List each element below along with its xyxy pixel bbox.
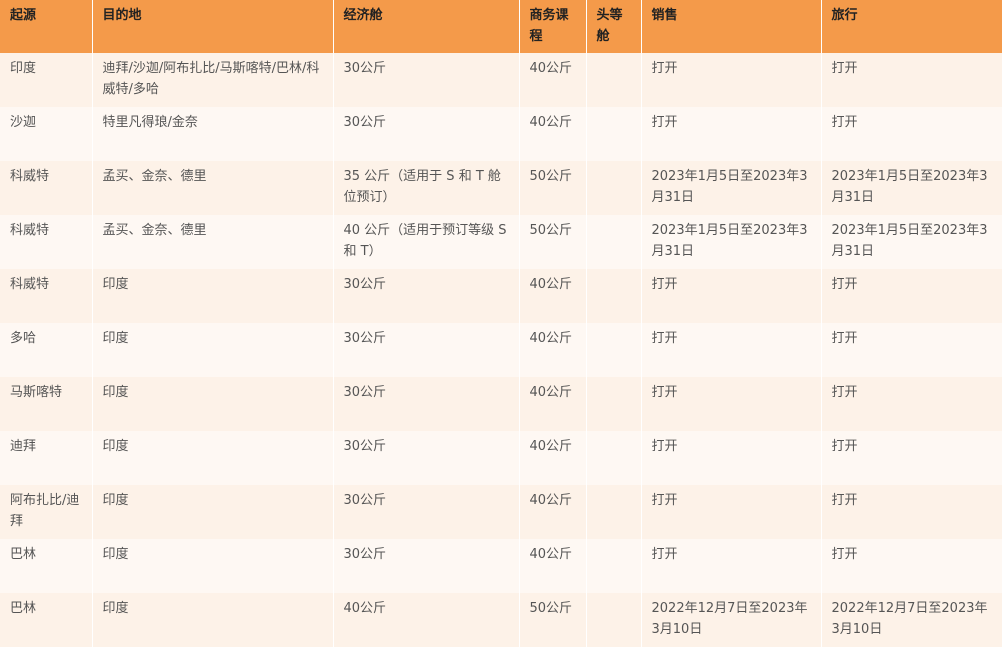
cell-economy: 40公斤 <box>332 593 519 647</box>
cell-destination: 印度 <box>91 431 333 485</box>
cell-origin: 沙迦 <box>0 107 92 161</box>
cell-first <box>585 377 641 431</box>
cell-first <box>585 53 641 107</box>
cell-business: 50公斤 <box>518 593 586 647</box>
cell-travel: 打开 <box>820 53 1002 107</box>
cell-first <box>585 107 641 161</box>
cell-origin: 科威特 <box>0 161 92 215</box>
cell-origin: 阿布扎比/迪拜 <box>0 485 92 539</box>
cell-origin: 科威特 <box>0 269 92 323</box>
cell-travel: 2022年12月7日至2023年3月10日 <box>820 593 1002 647</box>
cell-origin: 巴林 <box>0 539 92 593</box>
cell-business: 40公斤 <box>518 431 586 485</box>
cell-first <box>585 215 641 269</box>
cell-sales: 打开 <box>640 269 821 323</box>
cell-sales: 打开 <box>640 53 821 107</box>
cell-economy: 30公斤 <box>332 323 519 377</box>
cell-origin: 迪拜 <box>0 431 92 485</box>
cell-sales: 打开 <box>640 539 821 593</box>
cell-sales: 打开 <box>640 323 821 377</box>
cell-destination: 孟买、金奈、德里 <box>91 215 333 269</box>
table-row: 巴林 印度 40公斤 50公斤 2022年12月7日至2023年3月10日 2022年12… <box>0 593 1002 647</box>
cell-economy: 40 公斤（适用于预订等级 S 和 T） <box>332 215 519 269</box>
cell-first <box>585 431 641 485</box>
cell-destination: 迪拜/沙迦/阿布扎比/马斯喀特/巴林/科威特/多哈 <box>91 53 333 107</box>
cell-first <box>585 269 641 323</box>
cell-economy: 30公斤 <box>332 485 519 539</box>
cell-origin: 巴林 <box>0 593 92 647</box>
cell-travel: 打开 <box>820 107 1002 161</box>
table-row: 马斯喀特 印度 30公斤 40公斤 打开 打开 <box>0 377 1002 431</box>
cell-destination: 孟买、金奈、德里 <box>91 161 333 215</box>
cell-travel: 2023年1月5日至2023年3月31日 <box>820 161 1002 215</box>
cell-economy: 30公斤 <box>332 539 519 593</box>
table-row: 沙迦 特里凡得琅/金奈 30公斤 40公斤 打开 打开 <box>0 107 1002 161</box>
cell-sales: 打开 <box>640 485 821 539</box>
cell-destination: 印度 <box>91 377 333 431</box>
header-first: 头等舱 <box>585 0 641 53</box>
cell-business: 40公斤 <box>518 269 586 323</box>
cell-sales: 打开 <box>640 107 821 161</box>
cell-economy: 30公斤 <box>332 107 519 161</box>
baggage-allowance-table: 起源 目的地 经济舱 商务课程 头等舱 销售 旅行 印度 迪拜/沙迦/阿布扎比/马… <box>0 0 1002 647</box>
cell-business: 40公斤 <box>518 539 586 593</box>
cell-destination: 印度 <box>91 539 333 593</box>
cell-economy: 30公斤 <box>332 377 519 431</box>
cell-origin: 科威特 <box>0 215 92 269</box>
cell-first <box>585 323 641 377</box>
cell-destination: 特里凡得琅/金奈 <box>91 107 333 161</box>
cell-origin: 多哈 <box>0 323 92 377</box>
cell-first <box>585 161 641 215</box>
cell-sales: 打开 <box>640 431 821 485</box>
header-destination: 目的地 <box>91 0 333 53</box>
cell-origin: 印度 <box>0 53 92 107</box>
table-header-row: 起源 目的地 经济舱 商务课程 头等舱 销售 旅行 <box>0 0 1002 53</box>
cell-business: 40公斤 <box>518 377 586 431</box>
cell-origin: 马斯喀特 <box>0 377 92 431</box>
table-row: 迪拜 印度 30公斤 40公斤 打开 打开 <box>0 431 1002 485</box>
cell-business: 40公斤 <box>518 323 586 377</box>
header-origin: 起源 <box>0 0 92 53</box>
header-sales: 销售 <box>640 0 821 53</box>
cell-sales: 2022年12月7日至2023年3月10日 <box>640 593 821 647</box>
table-row: 科威特 孟买、金奈、德里 40 公斤（适用于预订等级 S 和 T） 50公斤 2023年… <box>0 215 1002 269</box>
cell-business: 50公斤 <box>518 215 586 269</box>
table-row: 科威特 印度 30公斤 40公斤 打开 打开 <box>0 269 1002 323</box>
table-row: 科威特 孟买、金奈、德里 35 公斤（适用于 S 和 T 舱位预订） 50公斤 2023… <box>0 161 1002 215</box>
cell-destination: 印度 <box>91 593 333 647</box>
header-economy: 经济舱 <box>332 0 519 53</box>
cell-travel: 打开 <box>820 539 1002 593</box>
header-business: 商务课程 <box>518 0 586 53</box>
cell-business: 40公斤 <box>518 485 586 539</box>
cell-economy: 30公斤 <box>332 53 519 107</box>
cell-business: 40公斤 <box>518 107 586 161</box>
table-row: 多哈 印度 30公斤 40公斤 打开 打开 <box>0 323 1002 377</box>
cell-sales: 2023年1月5日至2023年3月31日 <box>640 161 821 215</box>
cell-sales: 2023年1月5日至2023年3月31日 <box>640 215 821 269</box>
cell-first <box>585 485 641 539</box>
cell-destination: 印度 <box>91 485 333 539</box>
cell-economy: 30公斤 <box>332 431 519 485</box>
cell-economy: 35 公斤（适用于 S 和 T 舱位预订） <box>332 161 519 215</box>
table-row: 巴林 印度 30公斤 40公斤 打开 打开 <box>0 539 1002 593</box>
table-row: 阿布扎比/迪拜 印度 30公斤 40公斤 打开 打开 <box>0 485 1002 539</box>
cell-sales: 打开 <box>640 377 821 431</box>
table-body: 印度 迪拜/沙迦/阿布扎比/马斯喀特/巴林/科威特/多哈 30公斤 40公斤 打开 打开沙… <box>0 53 1002 647</box>
cell-economy: 30公斤 <box>332 269 519 323</box>
cell-first <box>585 539 641 593</box>
cell-travel: 2023年1月5日至2023年3月31日 <box>820 215 1002 269</box>
cell-travel: 打开 <box>820 485 1002 539</box>
cell-destination: 印度 <box>91 269 333 323</box>
cell-travel: 打开 <box>820 377 1002 431</box>
header-travel: 旅行 <box>820 0 1002 53</box>
table-row: 印度 迪拜/沙迦/阿布扎比/马斯喀特/巴林/科威特/多哈 30公斤 40公斤 打开 打开 <box>0 53 1002 107</box>
cell-business: 40公斤 <box>518 53 586 107</box>
cell-travel: 打开 <box>820 323 1002 377</box>
cell-first <box>585 593 641 647</box>
cell-business: 50公斤 <box>518 161 586 215</box>
cell-travel: 打开 <box>820 269 1002 323</box>
cell-travel: 打开 <box>820 431 1002 485</box>
cell-destination: 印度 <box>91 323 333 377</box>
